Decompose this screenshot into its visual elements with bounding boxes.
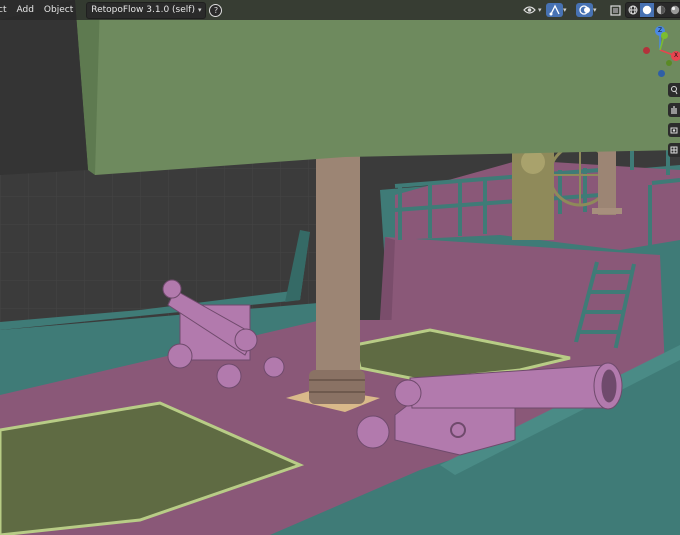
select-menu[interactable]: ct bbox=[0, 0, 11, 20]
blender-3d-viewport-window: ct Add Object RetopoFlow 3.1.0 (self) ▾ … bbox=[0, 0, 680, 535]
overlay-icon bbox=[576, 3, 593, 17]
main-mast bbox=[316, 150, 360, 375]
x-axis-dot[interactable]: X bbox=[671, 51, 680, 61]
help-icon[interactable]: ? bbox=[209, 3, 223, 17]
neg-y-axis-dot[interactable] bbox=[666, 60, 672, 66]
wireframe-shading-icon[interactable] bbox=[626, 3, 640, 17]
3d-viewport[interactable] bbox=[0, 0, 680, 535]
add-menu[interactable]: Add bbox=[11, 0, 38, 20]
object-menu[interactable]: Object bbox=[39, 0, 78, 20]
gizmo-icon bbox=[546, 3, 563, 17]
retopoflow-label: RetopoFlow 3.1.0 (self) bbox=[91, 4, 195, 15]
rendered-shading-icon[interactable] bbox=[668, 3, 680, 17]
neg-x-axis-dot[interactable] bbox=[643, 47, 650, 54]
camera-view-icon[interactable] bbox=[668, 123, 680, 137]
pan-hand-icon[interactable] bbox=[668, 103, 680, 117]
shading-mode-group: ▾ bbox=[625, 2, 680, 18]
chevron-down-icon: ▾ bbox=[538, 6, 542, 14]
navigation-gizmo[interactable]: Z X bbox=[636, 24, 680, 84]
xray-toggle[interactable] bbox=[607, 3, 624, 17]
chevron-down-icon: ▾ bbox=[563, 6, 567, 14]
main-sail bbox=[75, 0, 680, 175]
chevron-down-icon: ▾ bbox=[593, 6, 597, 14]
zoom-tool-icon[interactable] bbox=[668, 83, 680, 97]
chevron-down-icon: ▾ bbox=[197, 5, 202, 14]
overlay-dropdown[interactable]: ▾ bbox=[576, 3, 597, 17]
background-sail-shadow bbox=[0, 0, 88, 175]
mast-collar bbox=[309, 370, 365, 404]
y-axis-dot[interactable] bbox=[661, 32, 668, 39]
visibility-dropdown[interactable]: ▾ bbox=[521, 3, 542, 17]
gizmo-dropdown[interactable]: ▾ bbox=[546, 3, 567, 17]
neg-z-axis-dot[interactable] bbox=[658, 70, 665, 77]
rear-mast-base bbox=[592, 208, 622, 214]
solid-shading-icon[interactable] bbox=[640, 3, 654, 17]
eye-visibility-icon bbox=[521, 3, 538, 17]
perspective-grid-icon[interactable] bbox=[668, 143, 680, 157]
material-shading-icon[interactable] bbox=[654, 3, 668, 17]
xray-icon bbox=[607, 3, 624, 17]
retopoflow-dropdown[interactable]: RetopoFlow 3.1.0 (self) ▾ bbox=[86, 1, 207, 19]
